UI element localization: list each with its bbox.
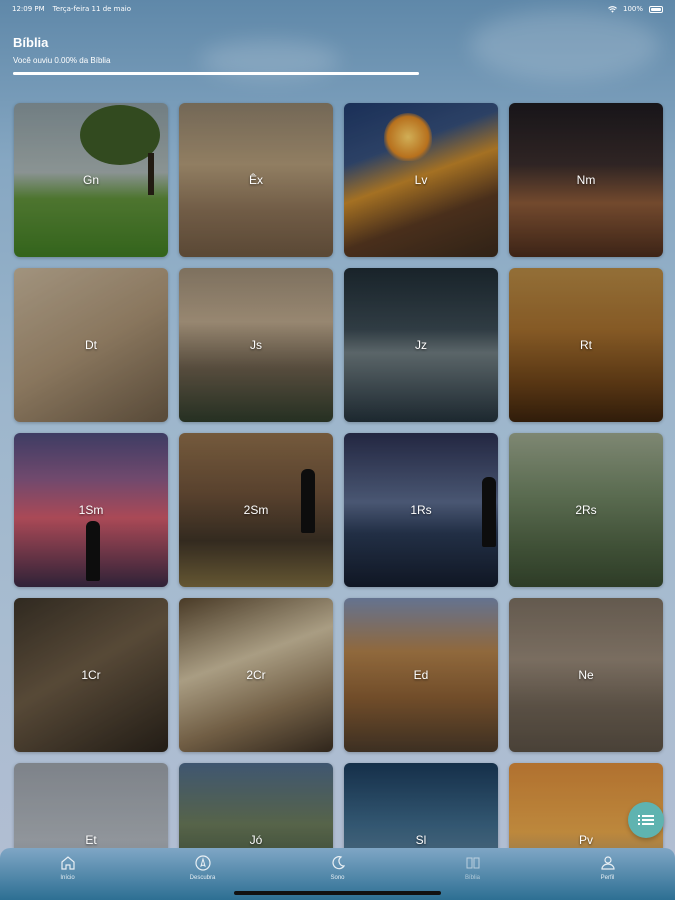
book-tile[interactable]: 2Rs bbox=[509, 433, 663, 587]
profile-icon bbox=[599, 854, 617, 872]
compass-icon bbox=[194, 854, 212, 872]
book-label: 1Cr bbox=[81, 668, 101, 682]
status-time: 12:09 PM bbox=[12, 5, 45, 13]
book-label: 2Sm bbox=[243, 503, 269, 517]
book-label: Ed bbox=[413, 668, 429, 682]
book-tile[interactable]: Jz bbox=[344, 268, 498, 422]
progress-fill bbox=[13, 72, 419, 75]
listening-progress-text: Você ouviu 0.00% da Bíblia bbox=[13, 56, 111, 65]
book-tile[interactable]: 1Rs bbox=[344, 433, 498, 587]
book-tile[interactable]: Ed bbox=[344, 598, 498, 752]
book-label: 1Rs bbox=[410, 503, 432, 517]
book-tile[interactable]: Js bbox=[179, 268, 333, 422]
nav-home[interactable]: Início bbox=[28, 854, 108, 881]
nav-bible-label: Bíblia bbox=[464, 875, 480, 881]
home-icon bbox=[59, 854, 77, 872]
book-label: Lv bbox=[414, 173, 428, 187]
nav-sleep[interactable]: Sono bbox=[298, 854, 378, 881]
book-tile[interactable]: Rt bbox=[509, 268, 663, 422]
home-indicator bbox=[234, 891, 441, 895]
book-tile[interactable]: Êx bbox=[179, 103, 333, 257]
book-label: Êx bbox=[248, 173, 263, 187]
status-date: Terça-feira 11 de maio bbox=[52, 5, 132, 13]
book-label: Jó bbox=[249, 833, 263, 847]
book-label: Gn bbox=[82, 173, 99, 187]
book-tile[interactable]: 1Sm bbox=[14, 433, 168, 587]
book-label: 2Rs bbox=[575, 503, 597, 517]
nav-sleep-label: Sono bbox=[330, 875, 345, 881]
book-tile[interactable]: Nm bbox=[509, 103, 663, 257]
wifi-icon bbox=[608, 5, 617, 13]
battery-icon bbox=[649, 5, 663, 13]
chapter-menu-button[interactable] bbox=[628, 802, 664, 838]
nav-profile-label: Perfil bbox=[600, 875, 615, 881]
moon-icon bbox=[329, 854, 347, 872]
book-label: 2Cr bbox=[246, 668, 266, 682]
page-title: Bíblia bbox=[13, 35, 49, 50]
book-label: Et bbox=[85, 833, 97, 847]
nav-home-label: Início bbox=[60, 875, 75, 881]
book-tile[interactable]: Gn bbox=[14, 103, 168, 257]
book-label: Dt bbox=[85, 338, 97, 352]
nav-discover-label: Descubra bbox=[189, 875, 216, 881]
book-tile[interactable]: 2Sm bbox=[179, 433, 333, 587]
bottom-navigation: Início Descubra Sono Bíblia Perfil bbox=[0, 848, 675, 900]
status-bar: 12:09 PM Terça-feira 11 de maio 100% bbox=[0, 0, 675, 18]
nav-profile[interactable]: Perfil bbox=[568, 854, 648, 881]
book-label: 1Sm bbox=[78, 503, 104, 517]
book-label: Jz bbox=[415, 338, 427, 352]
book-label: Nm bbox=[576, 173, 596, 187]
book-label: Ne bbox=[578, 668, 594, 682]
listening-progress-bar bbox=[13, 72, 419, 75]
book-tile[interactable]: Dt bbox=[14, 268, 168, 422]
bible-icon bbox=[464, 854, 482, 872]
nav-discover[interactable]: Descubra bbox=[163, 854, 243, 881]
book-grid: Gn Êx Lv Nm Dt Js Jz Rt 1Sm 2Sm 1Rs 2Rs 1Cr 2Cr Ed Ne Et… bbox=[14, 103, 663, 900]
battery-percent: 100% bbox=[622, 5, 643, 13]
book-tile[interactable]: 1Cr bbox=[14, 598, 168, 752]
book-tile[interactable]: Lv bbox=[344, 103, 498, 257]
book-tile[interactable]: 2Cr bbox=[179, 598, 333, 752]
book-label: Js bbox=[250, 338, 262, 352]
list-icon bbox=[638, 815, 654, 825]
header: Bíblia Você ouviu 0.00% da Bíblia bbox=[0, 18, 675, 92]
book-label: Rt bbox=[580, 338, 592, 352]
nav-bible[interactable]: Bíblia bbox=[433, 854, 513, 881]
book-tile[interactable]: Ne bbox=[509, 598, 663, 752]
book-label: Sl bbox=[415, 833, 427, 847]
